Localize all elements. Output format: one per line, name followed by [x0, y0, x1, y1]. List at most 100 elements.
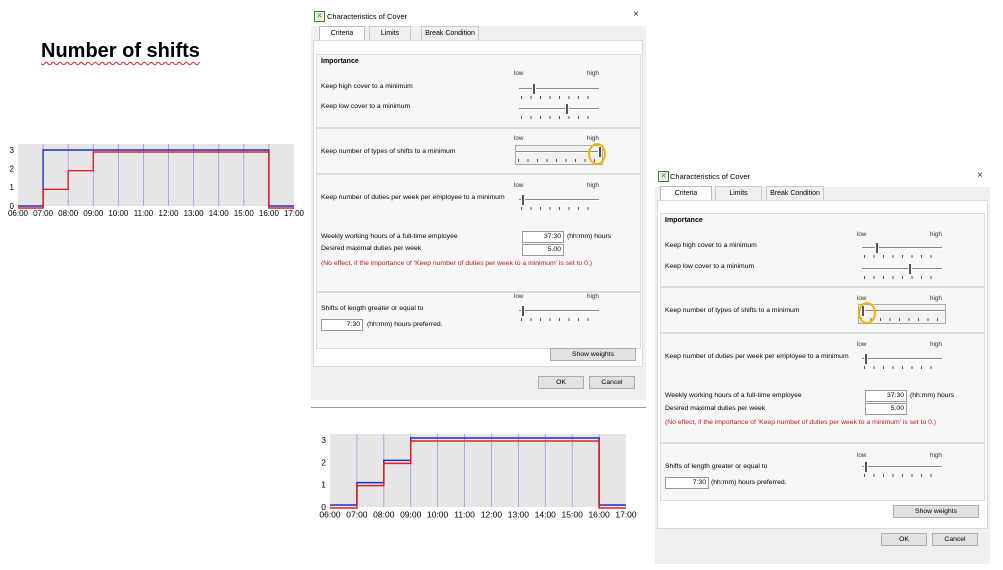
low-label: low	[857, 231, 867, 238]
show-weights-button[interactable]: Show weights	[550, 348, 636, 361]
x-tick-label: 16:00	[588, 510, 610, 520]
x-tick-label: 06:00	[8, 209, 29, 218]
low-label: low	[514, 135, 524, 142]
x-tick-label: 16:00	[259, 209, 280, 218]
weekly-hours-input[interactable]: 37:30	[865, 390, 907, 402]
dialog-titlebar: ✕ Characteristics of Cover ×	[655, 169, 990, 187]
desired-duties-input[interactable]: 5.00	[865, 403, 907, 415]
keep-duties-label: Keep number of duties per week per emplo…	[665, 353, 849, 360]
keep-high-cover-slider[interactable]	[519, 83, 599, 101]
x-tick-label: 17:00	[284, 209, 305, 218]
shift-count-chart-bottom: 0 1 2 3 06:00 07:00 08:00 09:00 10:00 11:00 12:00 1…	[318, 432, 642, 522]
desired-duties-input[interactable]: 5.00	[522, 244, 564, 256]
x-tick-label: 11:00	[454, 510, 475, 520]
tab-criteria[interactable]: Criteria	[319, 26, 365, 41]
desired-duties-label: Desired maximal duties per week	[321, 245, 422, 252]
ok-button[interactable]: OK	[881, 533, 927, 546]
x-tick-label: 12:00	[481, 510, 503, 520]
y-tick-label: 1	[10, 183, 15, 192]
x-tick-label: 08:00	[58, 209, 79, 218]
duties-group	[660, 333, 985, 443]
tab-break-condition[interactable]: Break Condition	[421, 26, 479, 40]
shift-length-slider[interactable]	[519, 305, 599, 323]
keep-low-cover-label: Keep low cover to a minimum	[321, 103, 411, 110]
keep-shift-types-label: Keep number of types of shifts to a mini…	[665, 307, 800, 314]
x-tick-label: 13:00	[508, 510, 530, 520]
shift-length-input[interactable]: 7:30	[321, 319, 363, 331]
keep-high-cover-label: Keep high cover to a minimum	[665, 242, 757, 249]
weekly-hours-input[interactable]: 37:30	[522, 231, 564, 243]
high-label: high	[930, 452, 942, 459]
keep-duties-slider[interactable]	[519, 194, 599, 212]
keep-high-cover-slider[interactable]	[862, 242, 942, 260]
shift-length-slider[interactable]	[862, 461, 942, 479]
cancel-button[interactable]: Cancel	[932, 533, 978, 546]
slide-title: Number of shifts	[41, 40, 200, 62]
low-label: low	[857, 452, 867, 459]
shift-length-unit: (hh:mm) hours preferred.	[711, 479, 787, 486]
slider-thumb[interactable]	[908, 263, 913, 275]
close-icon[interactable]: ×	[977, 170, 983, 181]
slider-thumb[interactable]	[521, 194, 525, 206]
x-tick-label: 09:00	[83, 209, 104, 218]
plot-area	[18, 144, 294, 206]
slider-thumb[interactable]	[532, 83, 537, 95]
keep-low-cover-slider[interactable]	[862, 263, 942, 281]
shift-length-label: Shifts of length greater or equal to	[665, 463, 768, 470]
high-label: high	[930, 231, 942, 238]
slider-thumb[interactable]	[521, 305, 525, 317]
shift-count-chart-top: 0 1 2 3 06:00 07:00 08:00 09:00 10:00 11:00 12:00 1…	[6, 142, 310, 220]
x-tick-label: 07:00	[346, 510, 368, 520]
keep-duties-slider[interactable]	[862, 353, 942, 371]
slider-thumb[interactable]	[864, 461, 868, 473]
highlight-circle	[588, 143, 606, 165]
close-icon[interactable]: ×	[633, 9, 639, 20]
y-tick-label: 3	[10, 146, 15, 155]
weekly-hours-unit: (hh:mm) hours	[910, 392, 955, 399]
ok-button[interactable]: OK	[538, 376, 584, 389]
keep-low-cover-slider[interactable]	[519, 103, 599, 121]
low-label: low	[514, 293, 524, 300]
x-tick-label: 12:00	[159, 209, 180, 218]
x-tick-label: 15:00	[562, 510, 584, 520]
low-label: low	[857, 341, 867, 348]
app-icon: ✕	[658, 171, 669, 182]
no-effect-note: (No effect, if the importance of 'Keep n…	[321, 260, 593, 267]
separator-line	[311, 407, 646, 408]
cover-dialog-after: ✕ Characteristics of Cover × Criteria Li…	[655, 169, 990, 564]
tab-break-condition[interactable]: Break Condition	[766, 186, 824, 200]
slider-thumb[interactable]	[875, 242, 880, 254]
x-tick-label: 08:00	[373, 510, 395, 520]
x-tick-label: 14:00	[209, 209, 230, 218]
highlight-circle	[858, 302, 876, 324]
keep-shift-types-label: Keep number of types of shifts to a mini…	[321, 148, 456, 155]
high-label: high	[587, 135, 599, 142]
x-tick-label: 13:00	[184, 209, 205, 218]
keep-low-cover-label: Keep low cover to a minimum	[665, 263, 755, 270]
chart-svg: 012306:00 07:00 08:00 09:00 10:00 11:00 12:00 1…	[319, 434, 637, 520]
importance-heading: Importance	[665, 217, 703, 224]
high-label: high	[587, 293, 599, 300]
cancel-button[interactable]: Cancel	[589, 376, 635, 389]
y-tick-label: 1	[321, 480, 326, 490]
high-label: high	[587, 182, 599, 189]
tab-criteria[interactable]: Criteria	[660, 186, 712, 201]
slider-thumb[interactable]	[565, 103, 570, 115]
keep-high-cover-label: Keep high cover to a minimum	[321, 83, 413, 90]
shift-length-unit: (hh:mm) hours preferred.	[367, 321, 443, 328]
y-tick-label: 2	[321, 457, 326, 467]
x-tick-label: 14:00	[535, 510, 557, 520]
x-tick-label: 15:00	[234, 209, 255, 218]
tab-limits[interactable]: Limits	[715, 186, 762, 200]
high-label: high	[587, 70, 599, 77]
x-tick-label: 09:00	[400, 510, 422, 520]
weekly-hours-unit: (hh:mm) hours	[567, 233, 612, 240]
tab-limits[interactable]: Limits	[369, 26, 411, 40]
show-weights-button[interactable]: Show weights	[893, 505, 979, 518]
y-tick-label: 3	[321, 435, 326, 445]
shift-length-input[interactable]: 7:30	[665, 477, 709, 489]
tab-bar: Criteria Limits Break Condition	[319, 26, 519, 41]
slider-thumb[interactable]	[864, 353, 868, 365]
high-label: high	[930, 295, 942, 302]
x-tick-label: 06:00	[319, 510, 341, 520]
